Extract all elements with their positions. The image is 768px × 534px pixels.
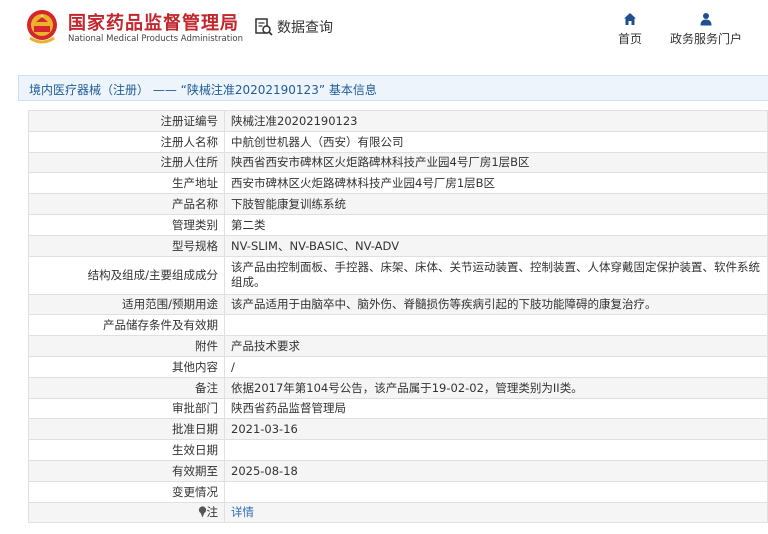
table-row: 结构及组成/主要组成成分 该产品由控制面板、手控器、床架、床体、关节运动装置、控制… (28, 255, 768, 295)
table-row: 产品名称 下肢智能康复训练系统 (28, 193, 768, 215)
table-row: 注册人住所 陕西省西安市碑林区火炬路碑林科技产业园4号厂房1层B区 (28, 151, 768, 174)
field-value: 陕械注准20202190123 (224, 110, 768, 132)
table-row: 有效期至 2025-08-18 (28, 459, 768, 482)
field-value: 陕西省西安市碑林区火炬路碑林科技产业园4号厂房1层B区 (224, 151, 768, 174)
table-row: 注册人名称 中航创世机器人（西安）有限公司 (28, 130, 768, 153)
detail-title-bar: 境内医疗器械（注册） —— “陕械注准20202190123” 基本信息 (18, 75, 768, 101)
field-label: 备注 (28, 376, 225, 399)
table-row: 生产地址 西安市碑林区火炬路碑林科技产业园4号厂房1层B区 (28, 172, 768, 195)
field-label: 审批部门 (28, 397, 225, 420)
field-label: 适用范围/预期用途 (28, 293, 225, 316)
field-value: 西安市碑林区火炬路碑林科技产业园4号厂房1层B区 (224, 172, 768, 195)
field-value: 详情 (224, 501, 768, 524)
field-value: 2025-08-18 (224, 459, 768, 482)
national-emblem-icon (27, 10, 57, 44)
user-icon (700, 13, 712, 26)
field-value: 中航创世机器人（西安）有限公司 (224, 130, 768, 153)
field-label: 注册人住所 (28, 151, 225, 174)
field-label: 有效期至 (28, 459, 225, 482)
field-label: 生效日期 (28, 439, 225, 461)
field-label: 型号规格 (28, 234, 225, 257)
table-row: 备注 依据2017年第104号公告，该产品属于19-02-02，管理类别为II类。 (28, 376, 768, 399)
nav-home-label: 首页 (618, 32, 643, 46)
field-label: 生产地址 (28, 172, 225, 195)
field-value: / (224, 355, 768, 378)
table-row: 注册证编号 陕械注准20202190123 (28, 110, 768, 132)
device-info-table: 注册证编号 陕械注准20202190123 注册人名称 中航创世机器人（西安）有限公司… (28, 110, 768, 524)
field-value (224, 480, 768, 503)
table-row: 注详情 (28, 501, 768, 524)
field-label: 批准日期 (28, 418, 225, 441)
field-label: 附件 (28, 335, 225, 357)
field-label: 产品储存条件及有效期 (28, 314, 225, 337)
field-label: 注册证编号 (28, 110, 225, 132)
table-row: 管理类别 第二类 (28, 213, 768, 236)
field-label: 结构及组成/主要组成成分 (28, 255, 225, 295)
table-row: 变更情况 (28, 480, 768, 503)
field-label: 变更情况 (28, 480, 225, 503)
field-label: 注册人名称 (28, 130, 225, 153)
field-value: 陕西省药品监督管理局 (224, 397, 768, 420)
field-label: 管理类别 (28, 213, 225, 236)
field-value: 下肢智能康复训练系统 (224, 193, 768, 215)
field-value (224, 314, 768, 337)
search-document-icon (255, 18, 273, 36)
field-value (224, 439, 768, 461)
pin-icon (198, 506, 206, 518)
nav-home[interactable]: 首页 (618, 12, 642, 47)
table-row: 其他内容 / (28, 355, 768, 378)
table-row: 型号规格 NV-SLIM、NV-BASIC、NV-ADV (28, 234, 768, 257)
field-value: NV-SLIM、NV-BASIC、NV-ADV (224, 234, 768, 257)
nav-service-portal-label: 政务服务门户 (670, 32, 743, 46)
note-label: 注 (206, 505, 219, 520)
field-value: 产品技术要求 (224, 335, 768, 357)
details-link[interactable]: 详情 (231, 505, 254, 519)
table-row: 批准日期 2021-03-16 (28, 418, 768, 441)
field-value: 该产品适用于由脑卒中、脑外伤、脊髓损伤等疾病引起的下肢功能障碍的康复治疗。 (224, 293, 768, 316)
home-icon (624, 13, 636, 25)
field-value: 依据2017年第104号公告，该产品属于19-02-02，管理类别为II类。 (224, 376, 768, 399)
field-label: 产品名称 (28, 193, 225, 215)
field-value: 第二类 (224, 213, 768, 236)
field-label: 注 (28, 501, 225, 524)
field-label: 其他内容 (28, 355, 225, 378)
data-query-label: 数据查询 (277, 20, 333, 36)
table-row: 附件 产品技术要求 (28, 335, 768, 357)
detail-title: 境内医疗器械（注册） —— “陕械注准20202190123” 基本信息 (29, 83, 377, 97)
site-header: 国家药品监督管理局 National Medical Products Admi… (0, 0, 768, 66)
table-row: 产品储存条件及有效期 (28, 314, 768, 337)
field-value: 该产品由控制面板、手控器、床架、床体、关节运动装置、控制装置、人体穿戴固定保护装… (224, 255, 768, 295)
nav-service-portal[interactable]: 政务服务门户 (670, 12, 742, 47)
table-row: 生效日期 (28, 439, 768, 461)
brand-subtitle: National Medical Products Administration (68, 34, 243, 44)
table-row: 适用范围/预期用途 该产品适用于由脑卒中、脑外伤、脊髓损伤等疾病引起的下肢功能障碍… (28, 293, 768, 316)
table-row: 审批部门 陕西省药品监督管理局 (28, 397, 768, 420)
brand-title[interactable]: 国家药品监督管理局 (68, 9, 239, 35)
field-value: 2021-03-16 (224, 418, 768, 441)
data-query-link[interactable]: 数据查询 (254, 17, 333, 37)
